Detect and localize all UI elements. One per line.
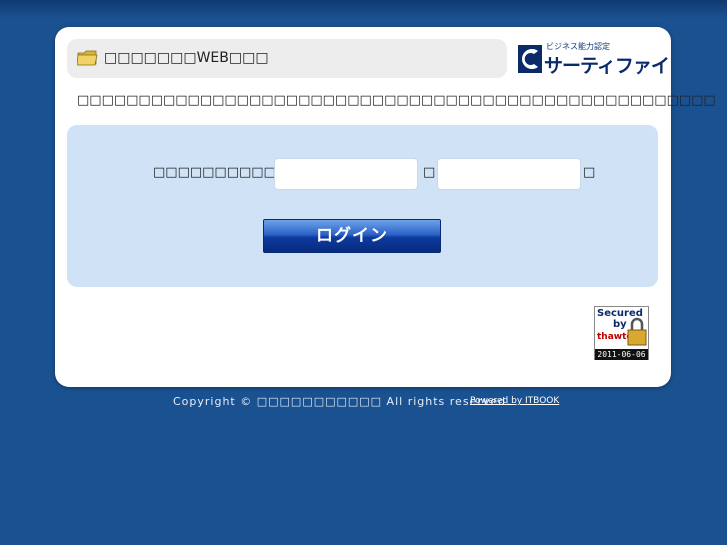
top-gradient-bar <box>0 0 727 18</box>
id-field-1[interactable] <box>274 158 418 190</box>
seal-by-text: by <box>613 319 627 330</box>
logo-name: サーティファイ <box>544 55 670 77</box>
seal-date: 2011-06-06 <box>595 349 648 360</box>
folder-icon <box>77 50 98 66</box>
certify-logo-mark <box>518 45 542 73</box>
padlock-icon <box>627 317 647 346</box>
id-separator-1: □ <box>423 165 436 180</box>
id-field-2[interactable] <box>437 158 581 190</box>
login-card: □□□□□□□WEB□□□ ビジネス能力認定 サーティファイ □□□□□□□□□… <box>55 27 716 387</box>
page-title-box: □□□□□□□WEB□□□ <box>67 39 507 78</box>
login-button[interactable]: ログイン <box>263 219 441 253</box>
login-form-panel: □□□□□□□□□□□□ □ □ ログイン <box>67 125 658 287</box>
page-title: □□□□□□□WEB□□□ <box>104 50 269 66</box>
login-instruction: □□□□□□□□□□□□□□□□□□□□□□□□□□□□□□□□□□□□□□□□… <box>77 93 716 108</box>
copyright-text: Copyright © □□□□□□□□□□□ All rights reser… <box>173 395 511 408</box>
thawte-security-seal[interactable]: Secured by thawte 2011-06-06 <box>594 306 649 360</box>
certify-logo: ビジネス能力認定 サーティファイ <box>518 41 670 77</box>
id-separator-2: □ <box>583 165 596 180</box>
powered-by-link[interactable]: Powered by ITBOOK <box>470 396 559 406</box>
